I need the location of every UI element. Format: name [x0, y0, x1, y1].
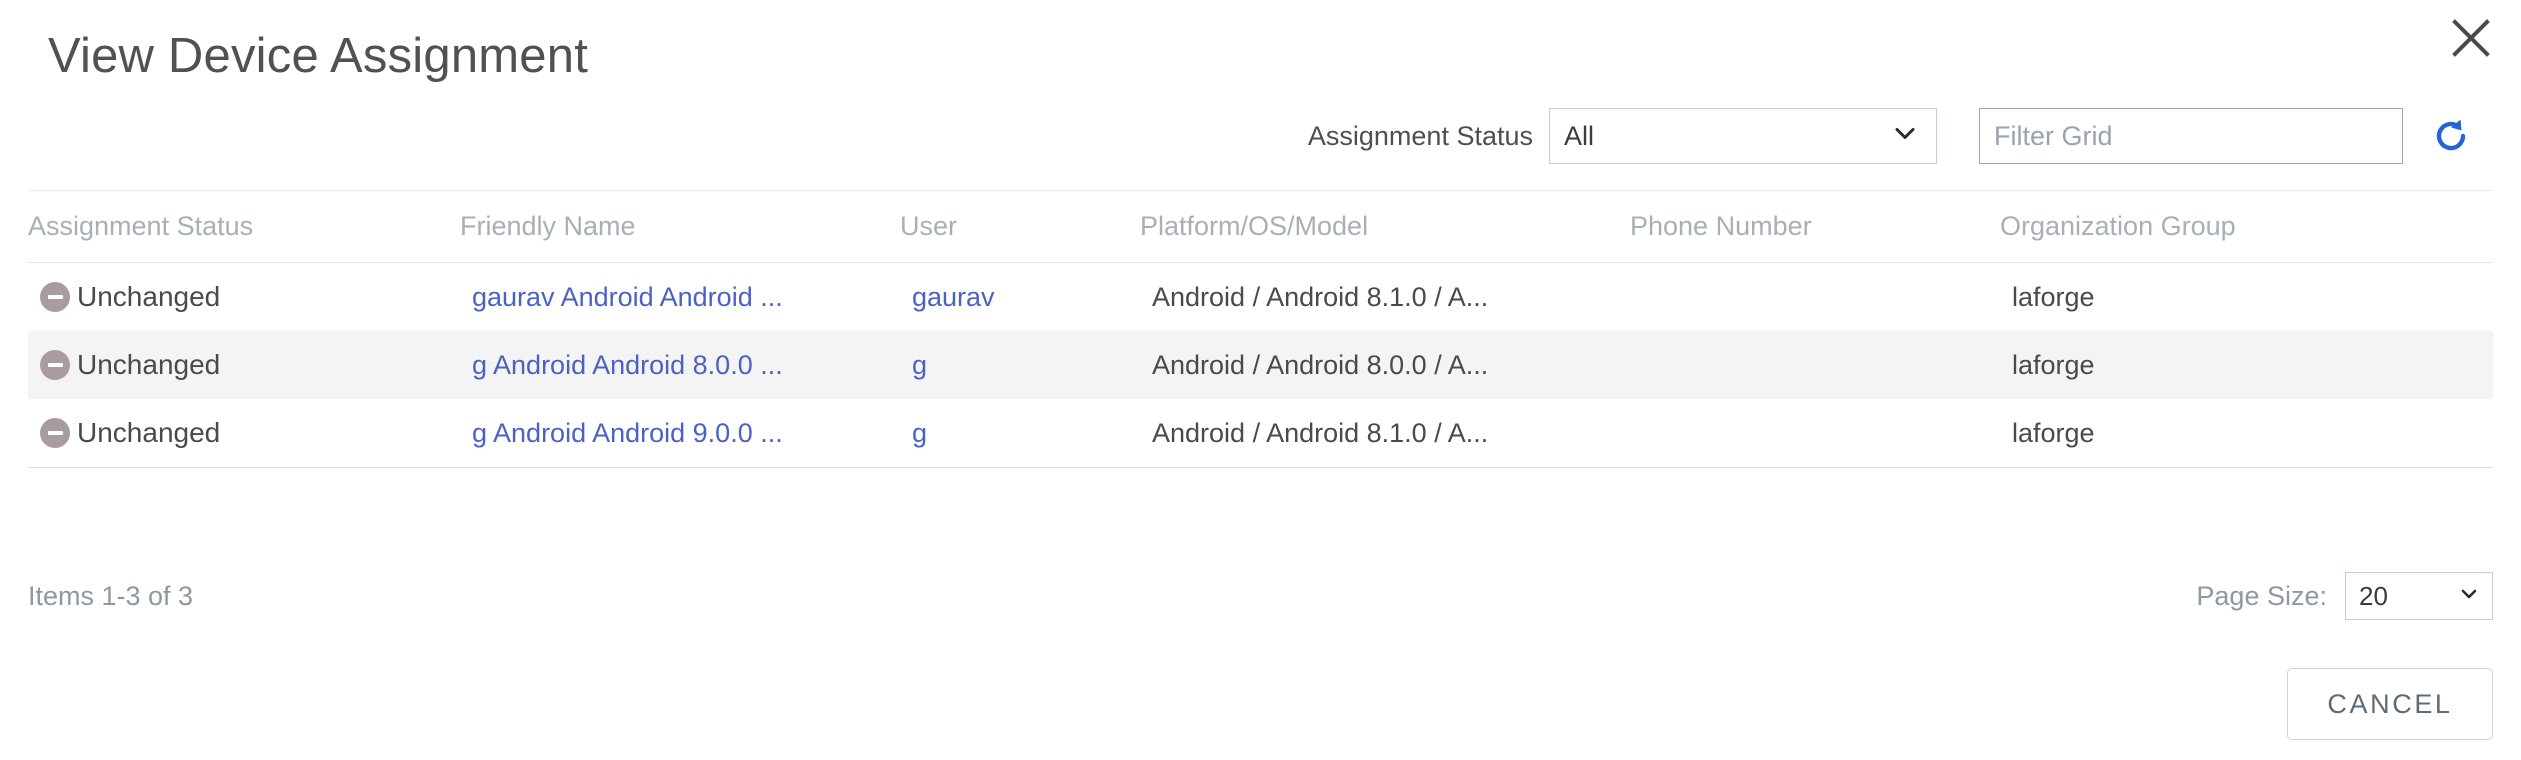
cell-friendly-name[interactable]: g Android Android 9.0.0 ...	[472, 418, 912, 449]
status-badge: Unchanged	[77, 349, 221, 380]
column-header-user[interactable]: User	[900, 211, 1140, 242]
filter-grid-input[interactable]	[1979, 108, 2403, 164]
page-size-control: Page Size: 20	[2196, 572, 2493, 620]
chevron-down-icon	[2460, 587, 2478, 605]
status-badge: Unchanged	[77, 417, 221, 448]
view-device-assignment-dialog: View Device Assignment Assignment Status…	[0, 0, 2521, 760]
column-header-organization-group[interactable]: Organization Group	[2000, 211, 2400, 242]
page-size-value: 20	[2359, 580, 2388, 611]
grid-footer: Items 1-3 of 3 Page Size: 20	[28, 566, 2493, 626]
refresh-icon[interactable]	[2429, 114, 2473, 158]
grid-header-row: Assignment Status Friendly Name User Pla…	[28, 191, 2493, 263]
chevron-down-icon	[1894, 127, 1916, 146]
filter-toolbar: Assignment Status All	[1308, 108, 2473, 164]
cell-organization-group: laforge	[2012, 349, 2095, 380]
cell-friendly-name[interactable]: g Android Android 8.0.0 ...	[472, 350, 912, 381]
column-header-platform-os-model[interactable]: Platform/OS/Model	[1140, 211, 1630, 242]
cell-user[interactable]: g	[912, 350, 1152, 381]
minus-circle-icon	[40, 418, 70, 448]
close-icon[interactable]	[2441, 8, 2501, 68]
cell-friendly-name[interactable]: gaurav Android Android ...	[472, 282, 912, 313]
assignment-grid: Assignment Status Friendly Name User Pla…	[28, 190, 2493, 468]
grid-bottom-divider	[28, 467, 2493, 468]
items-count-label: Items 1-3 of 3	[28, 580, 194, 611]
close-icon-glyph	[2452, 19, 2490, 57]
cell-organization-group: laforge	[2012, 417, 2095, 448]
refresh-icon-glyph	[2436, 119, 2466, 151]
cell-user[interactable]: g	[912, 418, 1152, 449]
table-row[interactable]: Unchanged g Android Android 8.0.0 ... g …	[28, 331, 2493, 399]
status-badge: Unchanged	[77, 281, 221, 312]
assignment-status-value: All	[1564, 120, 1595, 151]
column-header-assignment-status[interactable]: Assignment Status	[28, 211, 460, 242]
page-size-select[interactable]: 20	[2345, 572, 2493, 620]
cell-assignment-status: Unchanged	[28, 281, 472, 313]
page-size-label: Page Size:	[2196, 580, 2327, 611]
cell-user[interactable]: gaurav	[912, 282, 1152, 313]
cell-platform: Android / Android 8.1.0 / A...	[1152, 417, 1489, 448]
table-row[interactable]: Unchanged g Android Android 9.0.0 ... g …	[28, 399, 2493, 467]
assignment-status-label: Assignment Status	[1307, 120, 1533, 151]
cell-organization-group: laforge	[2012, 281, 2095, 312]
cancel-button[interactable]: CANCEL	[2287, 668, 2493, 740]
cell-assignment-status: Unchanged	[28, 349, 472, 381]
cell-platform: Android / Android 8.1.0 / A...	[1152, 281, 1489, 312]
page-title: View Device Assignment	[48, 29, 589, 83]
minus-circle-icon	[40, 282, 70, 312]
column-header-phone-number[interactable]: Phone Number	[1630, 211, 2000, 242]
column-header-friendly-name[interactable]: Friendly Name	[460, 211, 900, 242]
cell-platform: Android / Android 8.0.0 / A...	[1152, 349, 1489, 380]
table-row[interactable]: Unchanged gaurav Android Android ... gau…	[28, 263, 2493, 331]
assignment-status-select[interactable]: All	[1549, 108, 1937, 164]
cell-assignment-status: Unchanged	[28, 417, 472, 449]
minus-circle-icon	[40, 350, 70, 380]
